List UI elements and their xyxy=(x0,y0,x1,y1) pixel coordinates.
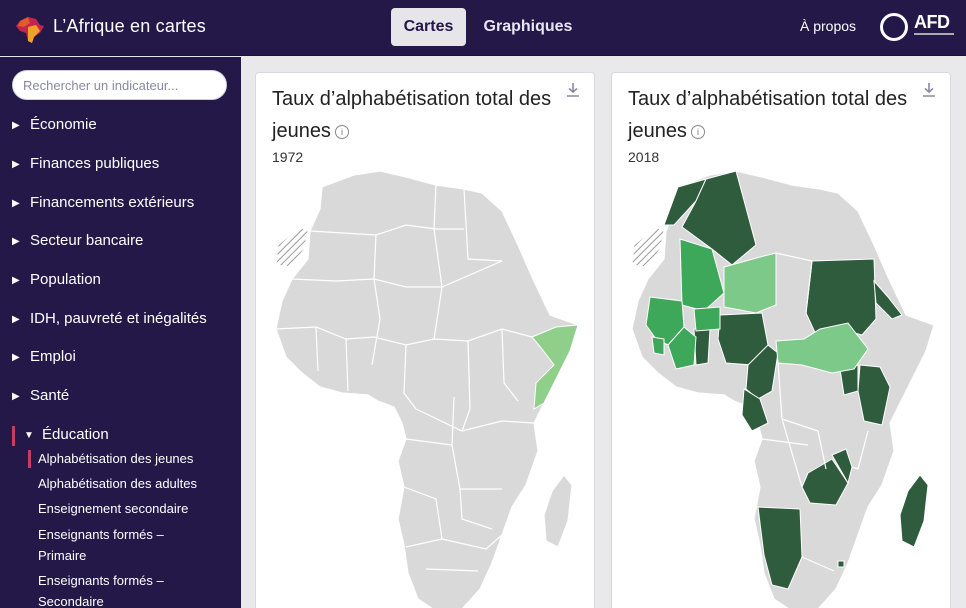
subitem-label-line2: Primaire xyxy=(38,548,87,563)
category-idh[interactable]: ▶ IDH, pauvreté et inégalités xyxy=(12,310,207,332)
brand-title[interactable]: L’Afrique en cartes xyxy=(53,16,206,37)
map-title-text: Taux d’alphabétisation total des jeunes xyxy=(628,88,908,142)
map-year: 1972 xyxy=(272,149,304,165)
map-title-text: Taux d’alphabétisation total des jeunes xyxy=(272,88,552,142)
afd-logo: AFD xyxy=(878,11,954,45)
africa-logo-icon[interactable] xyxy=(14,13,46,45)
subitem-label: Enseignants formés – xyxy=(38,573,164,588)
burkina-region[interactable] xyxy=(693,306,721,332)
category-label: Éducation xyxy=(42,426,109,443)
caret-right-icon: ▶ xyxy=(12,275,20,286)
subitem-enseignants-primaire[interactable]: Enseignants formés – Primaire xyxy=(38,524,164,566)
download-icon[interactable] xyxy=(921,81,937,99)
caret-right-icon: ▶ xyxy=(12,236,20,247)
madagascar-region[interactable] xyxy=(899,474,929,548)
subitem-active-marker xyxy=(28,450,31,468)
category-label: Population xyxy=(30,271,101,288)
liberia-region[interactable] xyxy=(651,336,665,356)
western-sahara-nodata[interactable] xyxy=(275,226,309,268)
afd-logo-subline xyxy=(914,33,954,35)
subitem-alphabetisation-jeunes[interactable]: Alphabétisation des jeunes xyxy=(38,448,193,469)
caret-right-icon: ▶ xyxy=(12,352,20,363)
category-label: Emploi xyxy=(30,348,76,365)
category-economie[interactable]: ▶ Économie xyxy=(12,116,97,138)
indicator-search-input[interactable] xyxy=(12,70,227,100)
category-education[interactable]: ▼ Éducation xyxy=(24,426,109,448)
info-icon[interactable]: i xyxy=(334,125,349,139)
map-card-2018: Taux d’alphabétisation total des jeunes i… xyxy=(611,72,951,608)
caret-right-icon: ▶ xyxy=(12,159,20,170)
category-financements-exterieurs[interactable]: ▶ Financements extérieurs xyxy=(12,194,194,216)
category-label: Santé xyxy=(30,387,70,404)
western-sahara-nodata[interactable] xyxy=(631,226,665,268)
afd-ring-icon xyxy=(880,13,908,41)
caret-down-icon: ▼ xyxy=(24,430,34,441)
eswatini-region[interactable] xyxy=(837,560,845,568)
subitem-enseignement-secondaire[interactable]: Enseignement secondaire xyxy=(38,498,188,519)
sidebar: ▶ Économie ▶ Finances publiques ▶ Financeme… xyxy=(0,57,241,608)
africa-map-1972[interactable] xyxy=(256,169,595,608)
tab-cartes[interactable]: Cartes xyxy=(391,8,466,46)
tab-graphiques[interactable]: Graphiques xyxy=(476,8,580,46)
caret-right-icon: ▶ xyxy=(12,314,20,325)
map-title: Taux d’alphabétisation total des jeunes i xyxy=(272,83,562,147)
caret-right-icon: ▶ xyxy=(12,198,20,209)
category-secteur-bancaire[interactable]: ▶ Secteur bancaire xyxy=(12,232,143,254)
subitem-label: Enseignants formés – xyxy=(38,527,164,542)
top-bar: L’Afrique en cartes Cartes Graphiques À … xyxy=(0,0,966,56)
map-card-1972: Taux d’alphabétisation total des jeunes i… xyxy=(255,72,595,608)
about-link[interactable]: À propos xyxy=(800,18,856,34)
info-icon[interactable]: i xyxy=(690,125,705,139)
category-label: Économie xyxy=(30,116,97,133)
category-emploi[interactable]: ▶ Emploi xyxy=(12,348,76,370)
category-finances-publiques[interactable]: ▶ Finances publiques xyxy=(12,155,159,177)
ghana-region[interactable] xyxy=(693,328,711,366)
category-label: Financements extérieurs xyxy=(30,194,195,211)
caret-right-icon: ▶ xyxy=(12,120,20,131)
category-population[interactable]: ▶ Population xyxy=(12,271,101,293)
category-label: Secteur bancaire xyxy=(30,232,144,249)
subitem-enseignants-secondaire[interactable]: Enseignants formés – Secondaire xyxy=(38,570,164,608)
category-active-marker xyxy=(12,426,15,446)
subitem-label-line2: Secondaire xyxy=(38,594,104,608)
afd-logo-text: AFD xyxy=(914,12,950,32)
map-year: 2018 xyxy=(628,149,660,165)
subitem-alphabetisation-adultes[interactable]: Alphabétisation des adultes xyxy=(38,473,197,494)
category-label: Finances publiques xyxy=(30,155,160,172)
map-title: Taux d’alphabétisation total des jeunes i xyxy=(628,83,918,147)
download-icon[interactable] xyxy=(565,81,581,99)
caret-right-icon: ▶ xyxy=(12,391,20,402)
category-label: IDH, pauvreté et inégalités xyxy=(30,310,207,327)
category-sante[interactable]: ▶ Santé xyxy=(12,387,69,409)
africa-map-2018[interactable] xyxy=(612,169,951,608)
